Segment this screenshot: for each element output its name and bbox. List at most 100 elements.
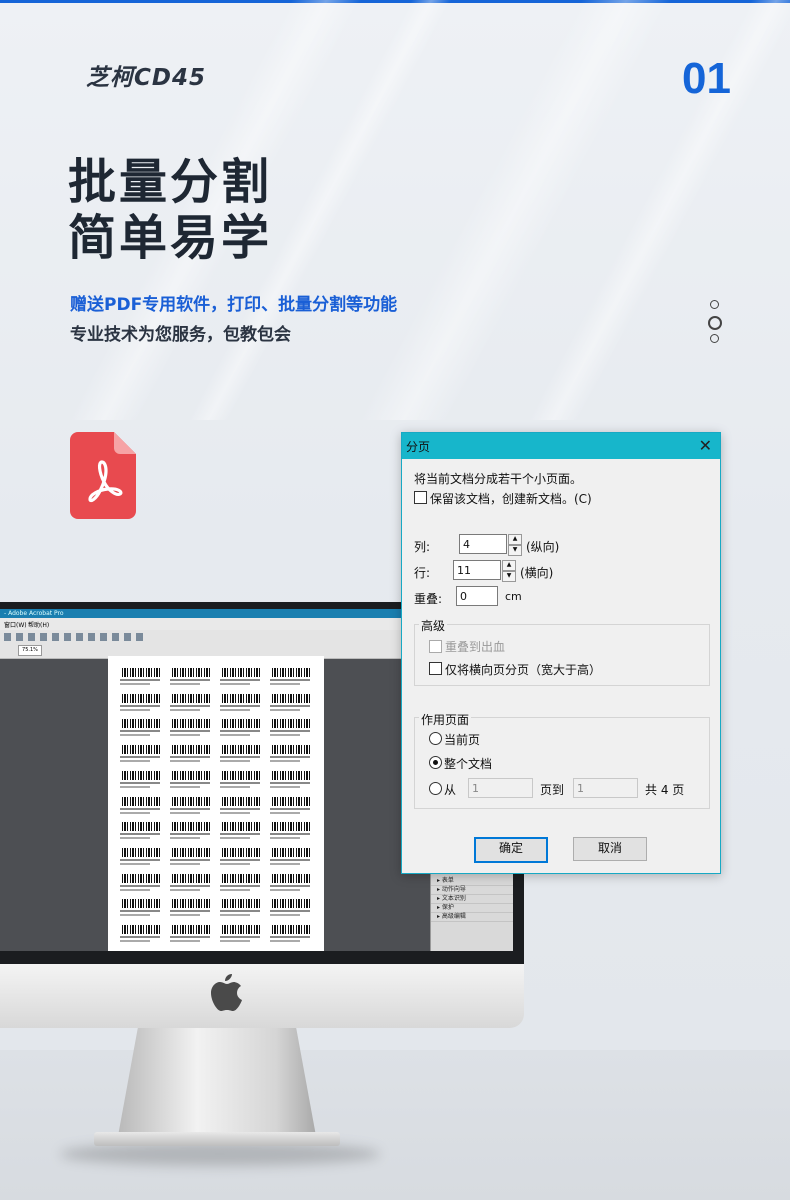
page-range-group-title: 作用页面 xyxy=(419,711,472,728)
rows-input[interactable]: 11 xyxy=(453,560,501,580)
barcode-label xyxy=(118,719,162,741)
side-panel-item[interactable]: ▸ 文本识别 xyxy=(431,895,513,904)
rows-label: 行: xyxy=(414,566,431,580)
rows-stepper[interactable]: ▲ ▼ xyxy=(502,560,516,582)
barcode-label xyxy=(118,822,162,844)
barcode-caption xyxy=(270,730,310,733)
spin-up-icon[interactable]: ▲ xyxy=(508,534,522,545)
barcode-label xyxy=(168,668,212,690)
barcode-caption xyxy=(270,756,310,759)
barcode-caption xyxy=(120,936,160,938)
to-page-label: 页到 xyxy=(540,783,565,797)
barcode-caption xyxy=(170,858,210,861)
rows-hint: (横向) xyxy=(520,566,554,580)
side-panel-item[interactable]: ▸ 高级编辑 xyxy=(431,913,513,922)
ok-button[interactable]: 确定 xyxy=(474,837,548,863)
pager-dot[interactable] xyxy=(710,300,719,309)
from-label[interactable]: 从 xyxy=(444,781,456,798)
current-page-radio[interactable] xyxy=(429,732,442,745)
barcode-label xyxy=(218,925,262,947)
pager-dot-active[interactable] xyxy=(708,316,722,330)
split-page-dialog: 分页 ✕ 将当前文档分成若干个小页面。 保留该文档，创建新文档。(C) 列: 4… xyxy=(401,432,721,874)
side-panel-item[interactable]: ▸ 动作向导 xyxy=(431,886,513,895)
side-panel-item[interactable]: ▸ 保护 xyxy=(431,904,513,913)
barcode-caption xyxy=(270,833,310,836)
barcode-bars xyxy=(222,693,262,703)
barcode-label xyxy=(268,770,312,793)
barcode-caption xyxy=(170,704,210,707)
barcode-caption xyxy=(170,679,210,681)
spin-down-icon[interactable]: ▼ xyxy=(508,545,522,556)
barcode-caption xyxy=(170,914,200,917)
columns-input[interactable]: 4 xyxy=(459,534,507,554)
barcode-bars xyxy=(222,925,262,934)
barcode-bars xyxy=(122,925,162,934)
barcode-bars xyxy=(122,822,162,832)
barcode-label xyxy=(218,693,262,716)
barcode-label xyxy=(218,719,262,741)
overlap-input[interactable]: 0 xyxy=(456,586,498,606)
page-range-radio[interactable] xyxy=(429,782,442,795)
bleed-checkbox[interactable] xyxy=(429,640,442,653)
barcode-label xyxy=(168,719,212,741)
to-page-input[interactable]: 1 xyxy=(573,778,638,798)
barcode-bars xyxy=(272,873,312,883)
apple-logo-icon xyxy=(211,974,242,1011)
barcode-bars xyxy=(122,745,162,755)
barcode-caption xyxy=(270,837,300,840)
barcode-caption xyxy=(170,888,200,891)
keep-document-label[interactable]: 保留该文档，创建新文档。(C) xyxy=(430,490,592,507)
columns-hint: (纵向) xyxy=(526,540,560,554)
barcode-label xyxy=(168,770,212,793)
barcode-caption xyxy=(120,858,160,861)
app-title: - Adobe Acrobat Pro xyxy=(4,610,64,617)
barcode-caption xyxy=(170,811,200,814)
menu-item-window[interactable]: 窗口(W) xyxy=(4,620,27,629)
dialog-description: 将当前文档分成若干个小页面。 xyxy=(414,472,583,486)
barcode-bars xyxy=(122,693,162,703)
spin-down-icon[interactable]: ▼ xyxy=(502,571,516,582)
whole-document-label[interactable]: 整个文档 xyxy=(444,755,492,772)
barcode-caption xyxy=(270,910,310,913)
barcode-label xyxy=(118,925,162,947)
barcode-label xyxy=(118,899,162,921)
subtitle-highlight: 赠送PDF专用软件，打印、批量分割等功能 xyxy=(70,295,398,315)
barcode-bars xyxy=(172,719,212,729)
subtitle-secondary: 专业技术为您服务，包教包会 xyxy=(70,325,291,345)
side-panel-item[interactable]: ▸ 表单 xyxy=(431,877,513,886)
barcode-label xyxy=(218,847,262,870)
barcode-label xyxy=(218,796,262,819)
barcode-caption xyxy=(120,884,160,887)
columns-stepper[interactable]: ▲ ▼ xyxy=(508,534,522,556)
whole-document-radio[interactable] xyxy=(429,756,442,769)
current-page-label[interactable]: 当前页 xyxy=(444,731,480,748)
monitor-chin xyxy=(0,964,524,1028)
barcode-bars xyxy=(222,847,262,857)
pager-dot[interactable] xyxy=(710,334,719,343)
barcode-bars xyxy=(172,822,212,832)
barcode-caption xyxy=(220,837,250,840)
from-page-input[interactable]: 1 xyxy=(468,778,533,798)
cancel-button[interactable]: 取消 xyxy=(573,837,647,861)
toolbar-icons[interactable] xyxy=(4,633,144,641)
barcode-bars xyxy=(222,899,262,909)
barcode-bars xyxy=(172,745,212,755)
landscape-only-label[interactable]: 仅将横向页分页（宽大于高） xyxy=(445,661,601,678)
menu-item-help[interactable]: 帮助(H) xyxy=(28,620,49,629)
zoom-level[interactable]: 75.1% xyxy=(18,645,42,656)
barcode-caption xyxy=(220,781,260,784)
landscape-only-checkbox[interactable] xyxy=(429,662,442,675)
keep-document-checkbox[interactable] xyxy=(414,491,427,504)
barcode-label xyxy=(268,822,312,844)
barcode-bars xyxy=(222,822,262,832)
close-icon[interactable]: ✕ xyxy=(699,436,712,455)
barcode-caption xyxy=(220,730,260,733)
barcode-bars xyxy=(272,925,312,934)
monitor-stand-base xyxy=(94,1132,340,1146)
barcode-caption xyxy=(270,858,310,861)
barcode-caption xyxy=(220,858,260,861)
barcode-caption xyxy=(220,833,260,836)
barcode-bars xyxy=(222,719,262,729)
barcode-caption xyxy=(220,940,250,942)
spin-up-icon[interactable]: ▲ xyxy=(502,560,516,571)
